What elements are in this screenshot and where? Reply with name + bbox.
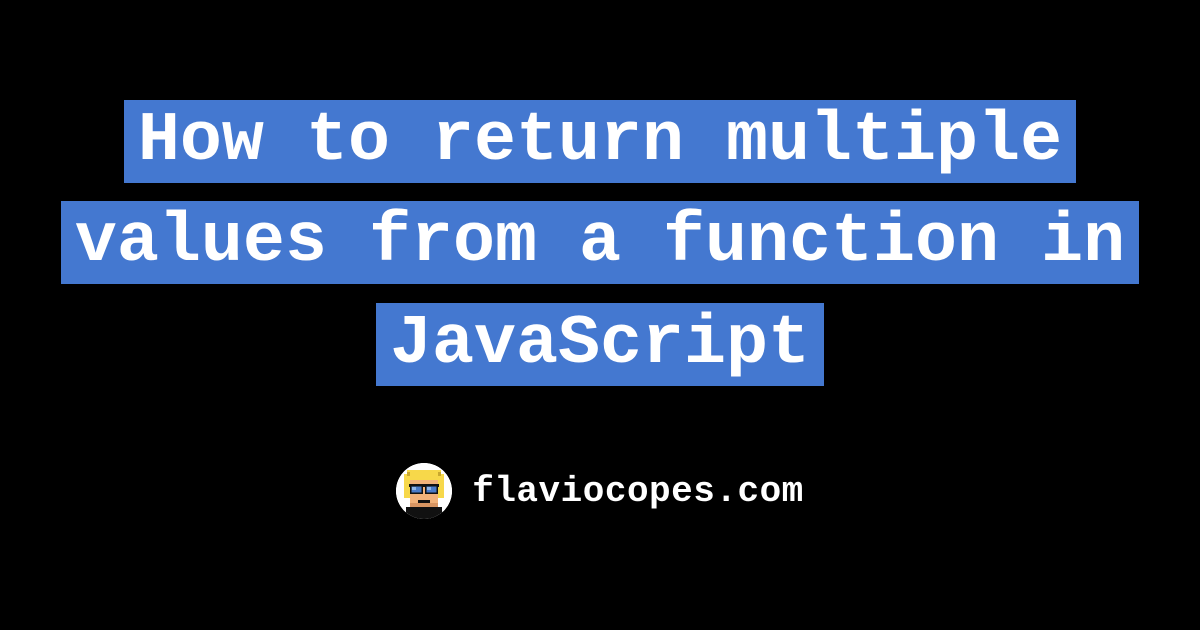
- footer: flaviocopes.com: [396, 463, 804, 519]
- site-name: flaviocopes.com: [472, 471, 804, 512]
- avatar-icon: [396, 463, 452, 519]
- title-text: How to return multiple values from a fun…: [61, 100, 1139, 386]
- page-title: How to return multiple values from a fun…: [0, 91, 1200, 396]
